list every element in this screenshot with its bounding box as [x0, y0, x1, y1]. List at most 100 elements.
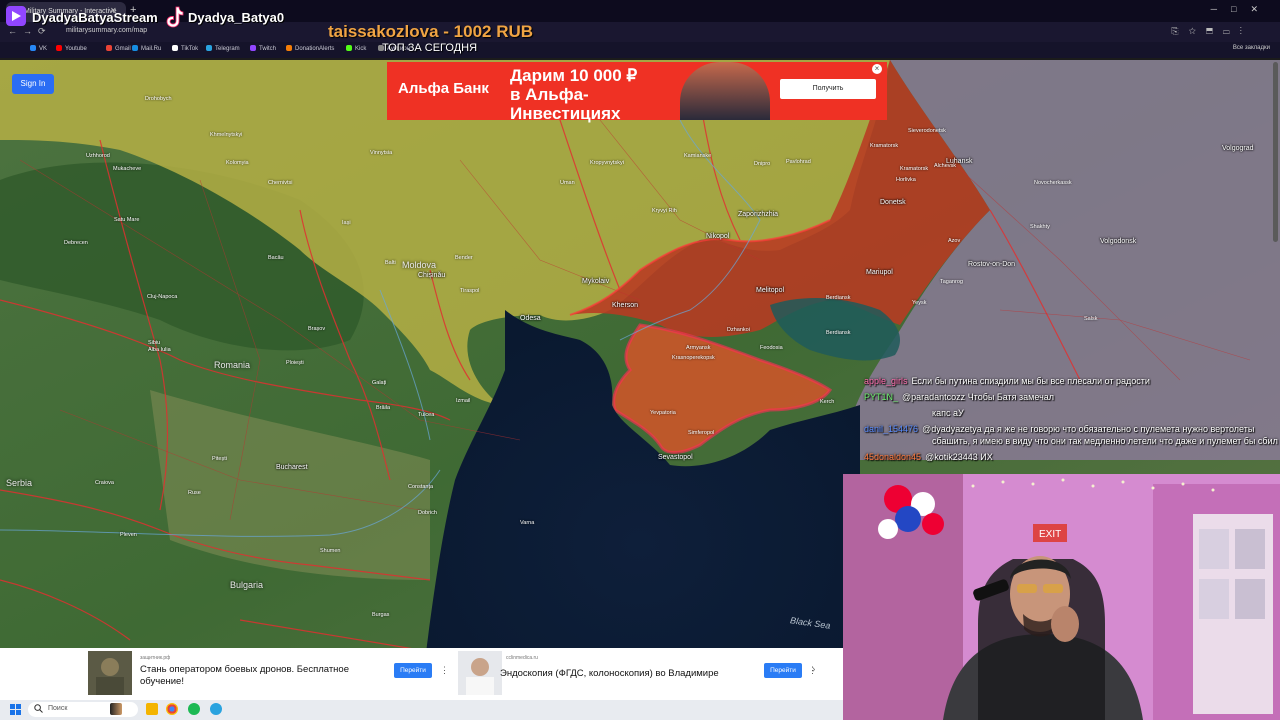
town-label[interactable]: Salsk: [1084, 316, 1097, 322]
town-label[interactable]: Novocherkassk: [1034, 180, 1072, 186]
close-icon[interactable]: ×: [872, 64, 882, 74]
town-label[interactable]: Alba Iulia: [148, 347, 171, 353]
town-label[interactable]: Yeysk: [912, 300, 926, 306]
town-label[interactable]: Shumen: [320, 548, 341, 554]
town-label[interactable]: Ploiești: [286, 360, 304, 366]
bookmark-item[interactable]: TikTok: [172, 45, 198, 52]
bookmark-item[interactable]: Mail.Ru: [132, 45, 161, 52]
navigation-buttons[interactable]: ←→⟳: [8, 26, 52, 37]
town-label[interactable]: Galați: [372, 380, 386, 386]
town-label[interactable]: Alchevsk: [934, 163, 956, 169]
town-label[interactable]: Uman: [560, 180, 575, 186]
bookmark-item[interactable]: Youtube: [56, 45, 87, 52]
bookmark-item[interactable]: Gmail: [106, 45, 131, 52]
town-label[interactable]: Drohobych: [145, 96, 172, 102]
more-options-icon[interactable]: ⋮: [440, 665, 449, 676]
town-label[interactable]: Constanța: [408, 484, 433, 490]
city-label[interactable]: Chișinău: [418, 272, 445, 279]
town-label[interactable]: Debrecen: [64, 240, 88, 246]
bookmark-item[interactable]: Kick: [346, 45, 366, 52]
ad-go-button[interactable]: Перейти: [394, 663, 432, 678]
banner-get-button[interactable]: Получить: [780, 79, 876, 99]
town-label[interactable]: Azov: [948, 238, 960, 244]
town-label[interactable]: Bender: [455, 255, 473, 261]
city-label[interactable]: Rostov-on-Don: [968, 261, 1015, 268]
bookmark-item[interactable]: Twitch: [250, 45, 276, 52]
city-label[interactable]: Melitopol: [756, 287, 784, 294]
bookmark-item[interactable]: Telegram: [206, 45, 240, 52]
city-label[interactable]: Donetsk: [880, 199, 906, 206]
town-label[interactable]: Yevpatoria: [650, 410, 676, 416]
town-label[interactable]: Cluj-Napoca: [147, 294, 177, 300]
town-label[interactable]: Uzhhorod: [86, 153, 110, 159]
toolbar-icons[interactable]: ⎘☆⬒▭⋮: [1171, 26, 1252, 37]
city-label[interactable]: Bucharest: [276, 464, 308, 471]
city-label[interactable]: Odesa: [520, 315, 541, 322]
town-label[interactable]: Satu Mare: [114, 217, 139, 223]
town-label[interactable]: Khmelnytskyi: [210, 132, 242, 138]
town-label[interactable]: Ruse: [188, 490, 201, 496]
town-label[interactable]: Horlivka: [896, 177, 916, 183]
town-label[interactable]: Shakhty: [1030, 224, 1050, 230]
town-label[interactable]: Krasnoperekopsk: [672, 355, 715, 361]
town-label[interactable]: Berdiansk: [826, 295, 850, 301]
city-label[interactable]: Zaporizhzhia: [738, 211, 778, 218]
ad-title[interactable]: Стань оператором боевых дронов. Бесплатн…: [140, 664, 380, 688]
next-ad-icon[interactable]: ›: [812, 664, 815, 675]
town-label[interactable]: Kropyvnytskyi: [590, 160, 624, 166]
town-label[interactable]: Taganrog: [940, 279, 963, 285]
city-label[interactable]: Volgodonsk: [1100, 238, 1136, 245]
city-label[interactable]: Kherson: [612, 302, 638, 309]
town-label[interactable]: Burgas: [372, 612, 389, 618]
town-label[interactable]: Bacău: [268, 255, 284, 261]
town-label[interactable]: Tiraspol: [460, 288, 479, 294]
town-label[interactable]: Kolomyia: [226, 160, 249, 166]
town-label[interactable]: Pavlohrad: [786, 159, 811, 165]
sign-in-button[interactable]: Sign In: [12, 74, 54, 94]
telegram-icon[interactable]: [210, 703, 222, 715]
chrome-icon[interactable]: [166, 703, 178, 715]
city-label[interactable]: Mykolaiv: [582, 278, 609, 285]
page-scrollbar[interactable]: [1273, 62, 1278, 242]
town-label[interactable]: Sibiu: [148, 340, 160, 346]
town-label[interactable]: Brăila: [376, 405, 390, 411]
town-label[interactable]: Berdiansk: [826, 330, 850, 336]
all-bookmarks-button[interactable]: Все закладки: [1233, 45, 1270, 51]
town-label[interactable]: Pitești: [212, 456, 227, 462]
bookmark-item[interactable]: VK: [30, 45, 47, 52]
url-field[interactable]: militarysummary.com/map: [66, 27, 147, 34]
town-label[interactable]: Kryvyi Rih: [652, 208, 677, 214]
town-label[interactable]: Dzhankoi: [727, 327, 750, 333]
bookmark-item[interactable]: DonationAlerts: [286, 45, 334, 52]
town-label[interactable]: Mukacheve: [113, 166, 141, 172]
windows-start-icon[interactable]: [10, 704, 21, 715]
ad-title[interactable]: Эндоскопия (ФГДС, колоноскопия) во Влади…: [500, 668, 760, 680]
ad-go-button[interactable]: Перейти: [764, 663, 802, 678]
town-label[interactable]: Simferopol: [688, 430, 714, 436]
town-label[interactable]: Kerch: [820, 399, 834, 405]
town-label[interactable]: Craiova: [95, 480, 114, 486]
town-label[interactable]: Kamianske: [684, 153, 711, 159]
town-label[interactable]: Varna: [520, 520, 534, 526]
town-label[interactable]: Kramatorsk: [900, 166, 928, 172]
file-explorer-icon[interactable]: [146, 703, 158, 715]
town-label[interactable]: Sieverodonetsk: [908, 128, 946, 134]
town-label[interactable]: Armyansk: [686, 345, 710, 351]
city-label[interactable]: Volgograd: [1222, 145, 1254, 152]
town-label[interactable]: Vinnytsia: [370, 150, 392, 156]
app-icon[interactable]: [188, 703, 200, 715]
town-label[interactable]: Dnipro: [754, 161, 770, 167]
town-label[interactable]: Iași: [342, 220, 351, 226]
town-label[interactable]: Tulcea: [418, 412, 434, 418]
city-label[interactable]: Sevastopol: [658, 454, 693, 461]
town-label[interactable]: Brașov: [308, 326, 325, 332]
town-label[interactable]: Pleven: [120, 532, 137, 538]
city-label[interactable]: Mariupol: [866, 269, 893, 276]
town-label[interactable]: Feodosia: [760, 345, 783, 351]
window-controls[interactable]: ─□✕: [1211, 4, 1272, 15]
town-label[interactable]: Dobrich: [418, 510, 437, 516]
town-label[interactable]: Chernivtsi: [268, 180, 292, 186]
town-label[interactable]: Balti: [385, 260, 396, 266]
city-label[interactable]: Nikopol: [706, 233, 729, 240]
town-label[interactable]: Izmail: [456, 398, 470, 404]
